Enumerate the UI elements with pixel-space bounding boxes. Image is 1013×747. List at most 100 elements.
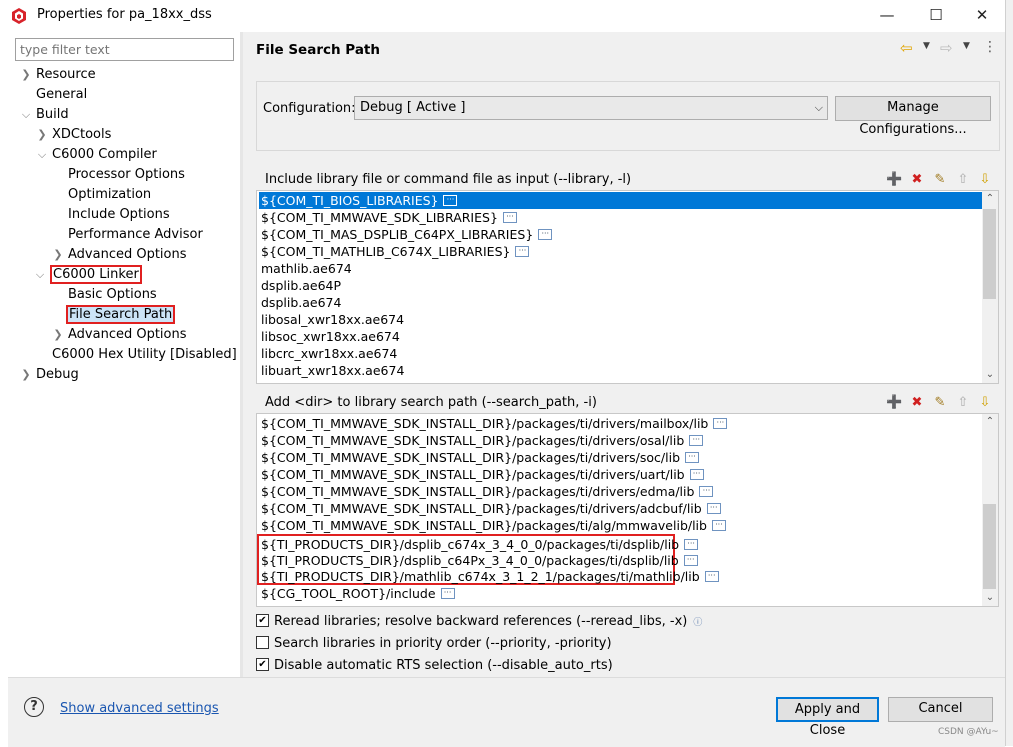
more-icon[interactable]: ··· [711, 520, 726, 531]
more-icon[interactable]: ··· [684, 539, 699, 550]
chevron-down-icon[interactable]: ⌵ [20, 105, 32, 125]
chevron-right-icon[interactable]: ❯ [52, 325, 64, 345]
list-item[interactable]: ${COM_TI_MMWAVE_SDK_INSTALL_DIR}/package… [259, 415, 729, 432]
apply-and-close-button[interactable]: Apply and Close [776, 697, 879, 738]
more-icon[interactable]: ··· [706, 503, 721, 514]
add-icon[interactable]: ➕ [886, 395, 902, 411]
list-item[interactable]: ${COM_TI_MMWAVE_SDK_INSTALL_DIR}/package… [259, 432, 705, 449]
edit-icon[interactable]: ✎ [932, 172, 948, 188]
list-item[interactable]: ${COM_TI_MMWAVE_SDK_INSTALL_DIR}/package… [259, 483, 715, 500]
delete-icon[interactable]: ✖ [909, 395, 925, 411]
tree-item-c6000-hex-utility[interactable]: C6000 Hex Utility [Disabled] [52, 345, 237, 365]
more-icon[interactable]: ··· [713, 418, 728, 429]
scroll-thumb[interactable] [983, 209, 996, 299]
tree-item-xdctools[interactable]: ❯ XDCtools [37, 125, 111, 145]
tree-item-include-options[interactable]: Include Options [68, 205, 170, 225]
scroll-down-icon[interactable]: ⌄ [982, 590, 998, 606]
more-icon[interactable]: ··· [685, 452, 700, 463]
info-icon[interactable]: ⓘ [693, 614, 702, 632]
libraries-scrollbar[interactable]: ⌃ ⌄ [982, 191, 998, 383]
close-button[interactable]: ✕ [959, 0, 1005, 32]
tree-item-build[interactable]: ⌵ Build [22, 105, 69, 125]
chevron-right-icon[interactable]: ❯ [20, 65, 32, 85]
more-icon[interactable]: ··· [443, 195, 458, 206]
list-item[interactable]: libosal_xwr18xx.ae674 [259, 311, 406, 328]
view-menu-icon[interactable]: ⋮ [983, 39, 997, 55]
forward-dropdown-icon[interactable]: ▼ [963, 41, 970, 51]
list-item[interactable]: ${COM_TI_MMWAVE_SDK_INSTALL_DIR}/package… [259, 449, 701, 466]
search-path-scrollbar[interactable]: ⌃ ⌄ [982, 414, 998, 606]
cancel-button[interactable]: Cancel [888, 697, 993, 722]
more-icon[interactable]: ··· [689, 435, 704, 446]
list-item[interactable]: ${COM_TI_MMWAVE_SDK_INSTALL_DIR}/package… [259, 500, 723, 517]
list-item[interactable]: ${COM_TI_BIOS_LIBRARIES} ··· [259, 192, 983, 209]
scroll-thumb[interactable] [983, 504, 996, 589]
scroll-up-icon[interactable]: ⌃ [982, 414, 998, 430]
move-down-icon[interactable]: ⇩ [977, 172, 993, 188]
priority-checkbox[interactable] [256, 636, 269, 649]
more-icon[interactable]: ··· [699, 486, 714, 497]
move-up-icon[interactable]: ⇧ [955, 172, 971, 188]
filter-input[interactable] [15, 38, 234, 61]
chevron-down-icon[interactable]: ⌵ [34, 265, 46, 285]
tree-item-resource[interactable]: ❯ Resource [21, 65, 95, 85]
list-item[interactable]: ${COM_TI_MMWAVE_SDK_INSTALL_DIR}/package… [259, 517, 728, 534]
back-dropdown-icon[interactable]: ▼ [923, 41, 930, 51]
scroll-down-icon[interactable]: ⌄ [982, 367, 998, 383]
list-item[interactable]: ${COM_TI_MAS_DSPLIB_C64PX_LIBRARIES} ··· [259, 226, 554, 243]
configuration-select[interactable]: Debug [ Active ] ⌵ [354, 96, 828, 120]
tree-item-basic-options[interactable]: Basic Options [68, 285, 157, 305]
chevron-down-icon[interactable]: ⌵ [36, 145, 48, 165]
minimize-button[interactable]: — [864, 0, 910, 32]
list-item[interactable]: dsplib.ae674 [259, 294, 343, 311]
list-item[interactable]: libsoc_xwr18xx.ae674 [259, 328, 402, 345]
list-item[interactable]: ${TI_PRODUCTS_DIR}/mathlib_c674x_3_1_2_1… [259, 568, 721, 585]
search-path-list[interactable]: ${COM_TI_MMWAVE_SDK_INSTALL_DIR}/package… [256, 413, 999, 607]
list-item[interactable]: ${TI_PRODUCTS_DIR}/dsplib_c674x_3_4_0_0/… [259, 536, 700, 553]
tree-item-general[interactable]: General [36, 85, 87, 105]
list-item[interactable]: dsplib.ae64P [259, 277, 343, 294]
chevron-right-icon[interactable]: ❯ [52, 245, 64, 265]
list-item[interactable]: libcrc_xwr18xx.ae674 [259, 345, 399, 362]
move-down-icon[interactable]: ⇩ [977, 395, 993, 411]
more-icon[interactable]: ··· [440, 588, 455, 599]
list-item[interactable]: libuart_xwr18xx.ae674 [259, 362, 406, 379]
chevron-right-icon[interactable]: ❯ [36, 125, 48, 145]
manage-configurations-button[interactable]: Manage Configurations... [835, 96, 991, 137]
tree-item-debug[interactable]: ❯ Debug [21, 365, 78, 385]
help-icon[interactable]: ? [24, 697, 44, 717]
tree-item-compiler-advanced-options[interactable]: ❯ Advanced Options [53, 245, 186, 265]
disable-rts-option[interactable]: ✔ Disable automatic RTS selection (--disa… [256, 657, 613, 675]
tree-item-optimization[interactable]: Optimization [68, 185, 151, 205]
reread-libs-checkbox[interactable]: ✔ [256, 614, 269, 627]
show-advanced-settings-link[interactable]: Show advanced settings [60, 701, 219, 716]
list-item[interactable]: ${COM_TI_MMWAVE_SDK_LIBRARIES} ··· [259, 209, 519, 226]
disable-rts-checkbox[interactable]: ✔ [256, 658, 269, 671]
scroll-up-icon[interactable]: ⌃ [982, 191, 998, 207]
list-item[interactable]: ${COM_TI_MATHLIB_C674X_LIBRARIES} ··· [259, 243, 531, 260]
move-up-icon[interactable]: ⇧ [955, 395, 971, 411]
delete-icon[interactable]: ✖ [909, 172, 925, 188]
more-icon[interactable]: ··· [538, 229, 553, 240]
maximize-button[interactable]: ☐ [913, 0, 959, 32]
tree-item-c6000-linker[interactable]: ⌵ C6000 Linker [36, 265, 142, 285]
edit-icon[interactable]: ✎ [932, 395, 948, 411]
more-icon[interactable]: ··· [515, 246, 530, 257]
tree-item-processor-options[interactable]: Processor Options [68, 165, 185, 185]
add-icon[interactable]: ➕ [886, 172, 902, 188]
chevron-right-icon[interactable]: ❯ [20, 365, 32, 385]
list-item[interactable]: mathlib.ae674 [259, 260, 354, 277]
more-icon[interactable]: ··· [683, 555, 698, 566]
reread-libs-option[interactable]: ✔ Reread libraries; resolve backward refe… [256, 613, 702, 631]
tree-item-file-search-path[interactable]: File Search Path [65, 305, 176, 325]
list-item[interactable]: ${COM_TI_MMWAVE_SDK_INSTALL_DIR}/package… [259, 466, 706, 483]
more-icon[interactable]: ··· [689, 469, 704, 480]
more-icon[interactable]: ··· [502, 212, 517, 223]
more-icon[interactable]: ··· [704, 571, 719, 582]
list-item[interactable]: ${CG_TOOL_ROOT}/include ··· [259, 585, 457, 602]
tree-item-performance-advisor[interactable]: Performance Advisor [68, 225, 203, 245]
tree-item-c6000-compiler[interactable]: ⌵ C6000 Compiler [38, 145, 157, 165]
list-item[interactable]: ${TI_PRODUCTS_DIR}/dsplib_c64Px_3_4_0_0/… [259, 552, 700, 569]
tree-item-linker-advanced-options[interactable]: ❯ Advanced Options [53, 325, 186, 345]
priority-option[interactable]: Search libraries in priority order (--pr… [256, 635, 612, 653]
